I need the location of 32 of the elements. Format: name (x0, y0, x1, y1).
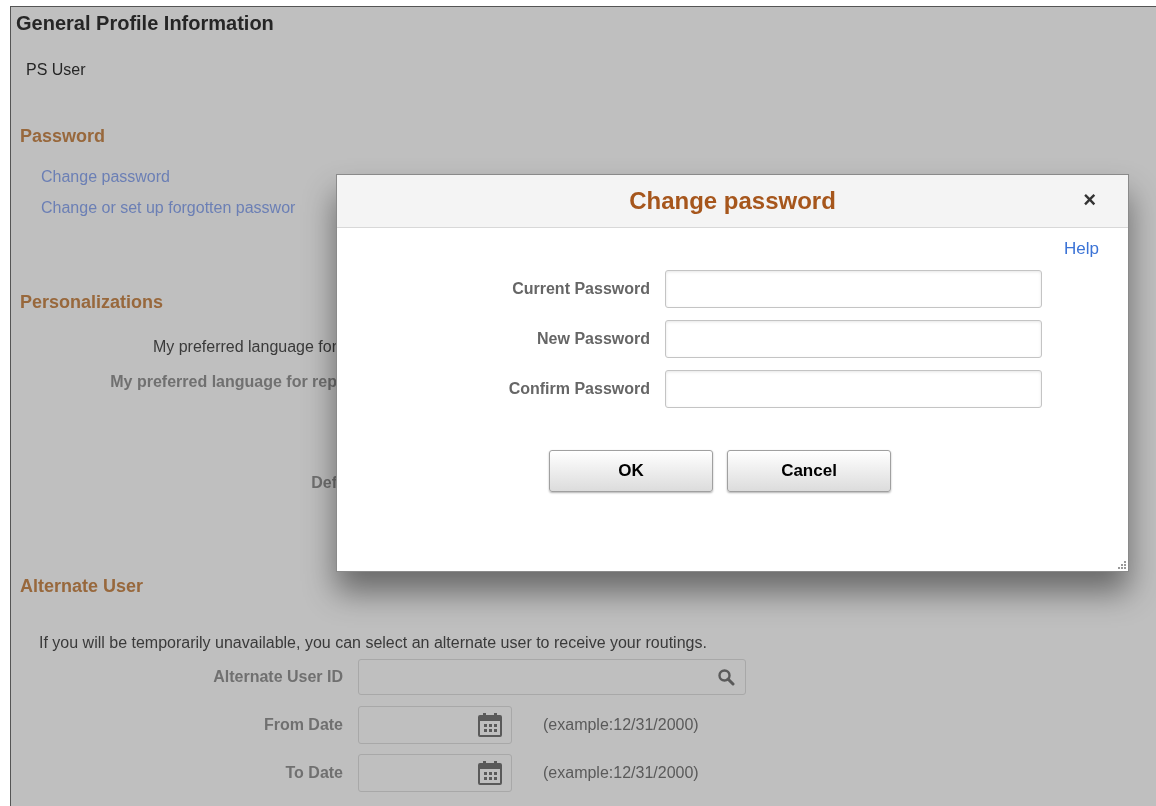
field-label: Def (311, 473, 337, 493)
dialog-button[interactable]: OK (549, 450, 713, 492)
section-heading: Personalizations (20, 291, 165, 314)
format-hint: (example:12/31/2000) (543, 763, 699, 783)
password-field[interactable] (665, 320, 1042, 358)
lookup-field[interactable] (358, 659, 746, 695)
date-field[interactable] (358, 754, 512, 792)
date-field[interactable] (358, 706, 512, 744)
calendar-icon[interactable] (477, 760, 503, 786)
help-link[interactable]: Help (1064, 238, 1099, 270)
close-button[interactable]: × (1083, 187, 1096, 213)
field-label: My preferred language for rep (110, 372, 337, 392)
section-heading: Password (20, 125, 107, 148)
field-label: Current Password (511, 279, 650, 299)
dialog-title: Change password (629, 186, 836, 216)
instruction-text: If you will be temporarily unavailable, you can select an alternate user to receive your routings. (39, 633, 708, 653)
page-title: General Profile Information (16, 11, 275, 36)
password-field[interactable] (665, 370, 1042, 408)
section-heading: Alternate User (20, 575, 145, 598)
field-label: From Date (262, 715, 343, 735)
field-label: My preferred language for (152, 337, 337, 357)
format-hint: (example:12/31/2000) (543, 715, 699, 735)
search-icon[interactable] (717, 668, 735, 686)
field-label: Alternate User ID (212, 667, 343, 687)
calendar-icon[interactable] (477, 712, 503, 738)
field-label: Confirm Password (507, 379, 650, 399)
field-label: New Password (536, 329, 650, 349)
password-field[interactable] (665, 270, 1042, 308)
dialog-button[interactable]: Cancel (727, 450, 891, 492)
field-label: To Date (284, 763, 343, 783)
user-name: PS User (26, 60, 87, 80)
resize-grip-icon[interactable] (1116, 559, 1126, 569)
